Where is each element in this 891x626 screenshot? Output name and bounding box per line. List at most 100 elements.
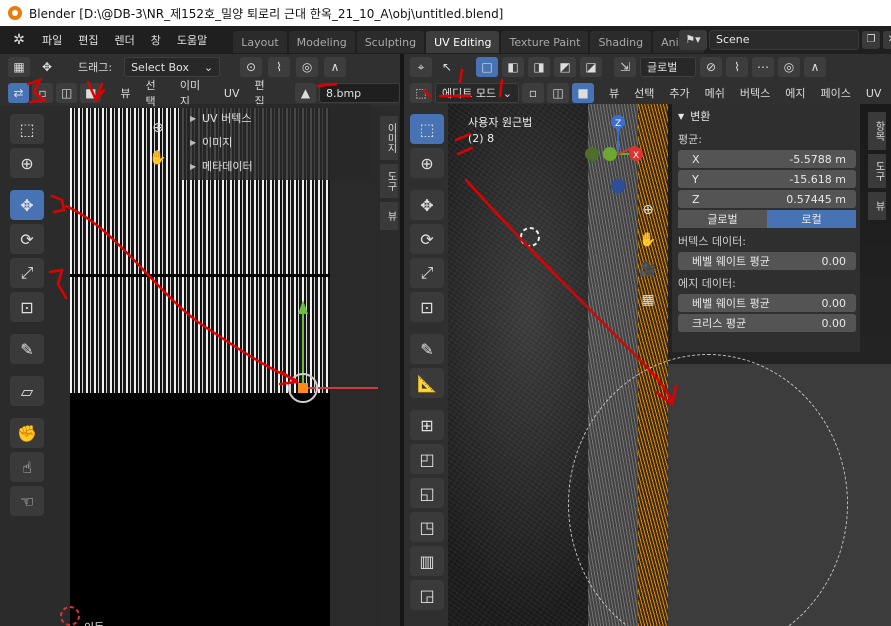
annotate-tool[interactable]: ✎ bbox=[10, 334, 44, 364]
hand-pan-icon[interactable]: ✋ bbox=[148, 148, 168, 168]
overlay-metadata[interactable]: ▶ 메타데이터 bbox=[180, 154, 370, 178]
global-button[interactable]: 글로벌 bbox=[678, 210, 767, 228]
face-mode-icon[interactable]: ■ bbox=[572, 83, 594, 103]
panel-header[interactable]: ▼ 변환 bbox=[672, 104, 860, 128]
vp-pan-icon[interactable]: ✋ bbox=[638, 230, 658, 250]
tab-shading[interactable]: Shading bbox=[590, 31, 652, 53]
rip-tool[interactable]: ▱ bbox=[10, 376, 44, 406]
uv-sync-icon[interactable]: ⇄ bbox=[8, 83, 30, 103]
relax-tool[interactable]: ☝ bbox=[10, 452, 44, 482]
editor-type-icon[interactable]: ▦ bbox=[8, 57, 30, 77]
uv-menu-view[interactable]: 뷰 bbox=[114, 85, 136, 101]
menu-edit[interactable]: 편집 bbox=[70, 32, 106, 48]
vp-select-tool[interactable]: ⬚ bbox=[410, 114, 444, 144]
median-y-field[interactable]: Y -15.618 m bbox=[678, 170, 856, 188]
overlay-uv-vertex[interactable]: ▶ UV 버텍스 bbox=[180, 106, 370, 130]
image-browse-icon[interactable]: ▲ bbox=[294, 83, 316, 103]
vp-inset-tool[interactable]: ◱ bbox=[410, 478, 444, 508]
vp-transform-tool[interactable]: ⊡ bbox=[410, 292, 444, 322]
transform-tool[interactable]: ⊡ bbox=[10, 292, 44, 322]
edge-select-icon[interactable]: ◫ bbox=[56, 83, 78, 103]
select-new-icon[interactable]: □ bbox=[476, 57, 498, 77]
vp-menu-uv[interactable]: UV bbox=[860, 87, 888, 100]
vp-annotate-tool[interactable]: ✎ bbox=[410, 334, 444, 364]
uv-menu-uv[interactable]: UV bbox=[218, 87, 246, 100]
tab-sculpting[interactable]: Sculpting bbox=[356, 31, 425, 53]
scene-name-field[interactable]: Scene bbox=[709, 29, 859, 50]
uv-sidetab-tool[interactable]: 도구 bbox=[380, 164, 398, 198]
local-button[interactable]: 로컬 bbox=[767, 210, 856, 228]
rotate-tool[interactable]: ⟳ bbox=[10, 224, 44, 254]
menu-window[interactable]: 창 bbox=[143, 32, 169, 48]
vp-menu-view[interactable]: 뷰 bbox=[603, 85, 625, 101]
select-invert-icon[interactable]: ◩ bbox=[554, 57, 576, 77]
menu-help[interactable]: 도움말 bbox=[169, 32, 215, 48]
tab-modeling[interactable]: Modeling bbox=[288, 31, 355, 53]
move-tool[interactable]: ✥ bbox=[10, 190, 44, 220]
tab-texture-paint[interactable]: Texture Paint bbox=[501, 31, 589, 53]
scene-close-icon[interactable]: ✕ bbox=[883, 30, 891, 49]
edge-bevel-field[interactable]: 베벨 웨이트 평균 0.00 bbox=[678, 294, 856, 312]
vp-menu-edge[interactable]: 에지 bbox=[779, 85, 811, 101]
scene-copy-icon[interactable]: ❐ bbox=[862, 30, 880, 49]
vertex-select-icon[interactable]: ▫ bbox=[32, 83, 54, 103]
select-intersect-icon[interactable]: ◪ bbox=[580, 57, 602, 77]
vp-rotate-tool[interactable]: ⟳ bbox=[410, 224, 444, 254]
scene-icon[interactable]: ⚑▾ bbox=[679, 29, 707, 50]
vp-measure-tool[interactable]: 📐 bbox=[410, 368, 444, 398]
blender-menu-icon[interactable]: ✲ bbox=[10, 31, 28, 49]
vp-bevel-tool[interactable]: ◳ bbox=[410, 512, 444, 542]
orientation-icon[interactable]: ⇲ bbox=[614, 57, 636, 77]
vp-sidetab-tool[interactable]: 도구 bbox=[868, 154, 886, 188]
vp-sidetab-item[interactable]: 항목 bbox=[868, 112, 886, 150]
vp-menu-select[interactable]: 선택 bbox=[628, 85, 660, 101]
uv-sidetab-view[interactable]: 뷰 bbox=[380, 202, 398, 230]
vp-move-tool[interactable]: ✥ bbox=[410, 190, 444, 220]
vp-add-cube-tool[interactable]: ⊞ bbox=[410, 410, 444, 440]
pivot-icon[interactable]: ⊙ bbox=[240, 57, 263, 77]
vp-menu-vertex[interactable]: 버텍스 bbox=[734, 85, 776, 101]
vertex-mode-icon[interactable]: ▫ bbox=[522, 83, 544, 103]
falloff-curve-icon[interactable]: ∧ bbox=[804, 57, 826, 77]
navigation-gizmo[interactable]: Z X bbox=[580, 110, 660, 200]
vp-menu-mesh[interactable]: 메쉬 bbox=[699, 85, 731, 101]
select-mode-dropdown[interactable]: Select Box ⌄ bbox=[124, 57, 221, 77]
edge-crease-field[interactable]: 크리스 평균 0.00 bbox=[678, 314, 856, 332]
select-box-tool[interactable]: ⬚ bbox=[10, 114, 44, 144]
vp-loopcut-tool[interactable]: ▥ bbox=[410, 546, 444, 576]
pivot-point-icon[interactable]: ⊘ bbox=[700, 57, 722, 77]
snap-target-icon[interactable]: ⋯ bbox=[752, 57, 774, 77]
vp-sidetab-view[interactable]: 뷰 bbox=[868, 192, 886, 220]
mode-dropdown[interactable]: 에디트 모드 ⌄ bbox=[435, 83, 519, 103]
mode-icon[interactable]: ⬚ bbox=[410, 83, 432, 103]
vp-menu-face[interactable]: 페이스 bbox=[815, 85, 857, 101]
select-extend-icon[interactable]: ◧ bbox=[502, 57, 524, 77]
vp-scale-tool[interactable]: ⤢ bbox=[410, 258, 444, 288]
vp-cursor-tool[interactable]: ⊕ bbox=[410, 148, 444, 178]
snap-icon[interactable]: ⌇ bbox=[268, 57, 291, 77]
cursor-tool[interactable]: ⊕ bbox=[10, 148, 44, 178]
vp-menu-add[interactable]: 추가 bbox=[663, 85, 695, 101]
transform-gizmo-icon[interactable]: ⌖ bbox=[410, 57, 432, 77]
pinch-tool[interactable]: ☜ bbox=[10, 486, 44, 516]
falloff-icon[interactable]: ∧ bbox=[324, 57, 347, 77]
grid-icon[interactable]: ▦ bbox=[638, 290, 658, 310]
menu-file[interactable]: 파일 bbox=[34, 32, 70, 48]
median-x-field[interactable]: X -5.5788 m bbox=[678, 150, 856, 168]
vp-extrude-tool[interactable]: ◰ bbox=[410, 444, 444, 474]
median-z-field[interactable]: Z 0.57445 m bbox=[678, 190, 856, 208]
face-select-icon[interactable]: ■ bbox=[80, 83, 102, 103]
grab-tool[interactable]: ✊ bbox=[10, 418, 44, 448]
tab-layout[interactable]: Layout bbox=[233, 31, 287, 53]
vp-knife-tool[interactable]: ◲ bbox=[410, 580, 444, 610]
proportional-icon[interactable]: ◎ bbox=[296, 57, 319, 77]
scale-tool[interactable]: ⤢ bbox=[10, 258, 44, 288]
tweak-select-icon[interactable]: ↖ bbox=[436, 57, 458, 77]
vertex-bevel-field[interactable]: 베벨 웨이트 평균 0.00 bbox=[678, 252, 856, 270]
proportional-edit-icon[interactable]: ◎ bbox=[778, 57, 800, 77]
uv-menu-select[interactable]: 선택 bbox=[139, 77, 170, 109]
overlay-image[interactable]: ▶ 이미지 bbox=[180, 130, 370, 154]
snap-toggle-icon[interactable]: ⌇ bbox=[726, 57, 748, 77]
move-arrows-icon[interactable]: ✥ bbox=[36, 57, 58, 77]
zoom-icon[interactable]: ⊕ bbox=[148, 118, 168, 138]
